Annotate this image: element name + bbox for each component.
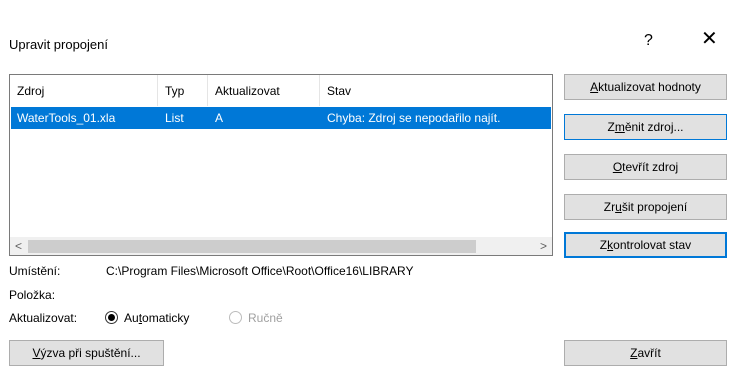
column-header-stav[interactable]: Stav bbox=[320, 75, 553, 106]
manual-radio[interactable] bbox=[229, 311, 242, 324]
label-part: Z bbox=[607, 120, 615, 134]
close-icon[interactable]: ✕ bbox=[701, 29, 718, 49]
label-part: omaticky bbox=[142, 311, 190, 325]
cell-stav: Chyba: Zdroj se nepodařilo najít. bbox=[327, 111, 501, 125]
table-row[interactable]: WaterTools_01.xla List A Chyba: Zdroj se… bbox=[11, 107, 551, 129]
open-source-button[interactable]: Otevřít zdroj bbox=[564, 154, 727, 180]
update-values-button[interactable]: Aktualizovat hodnoty bbox=[564, 74, 727, 100]
update-label: Aktualizovat: bbox=[9, 311, 78, 325]
label-part: ýzva při spuštění... bbox=[40, 346, 141, 360]
horizontal-scrollbar[interactable]: < > bbox=[10, 237, 552, 255]
cell-typ: List bbox=[165, 111, 184, 125]
label-part: ktualizovat hodnoty bbox=[598, 80, 701, 94]
scroll-left-icon[interactable]: < bbox=[10, 238, 27, 255]
automatic-label[interactable]: Automaticky bbox=[124, 311, 189, 325]
change-source-button[interactable]: Změnit zdroj... bbox=[564, 114, 727, 140]
help-button[interactable]: ? bbox=[644, 32, 653, 50]
break-link-button[interactable]: Zrušit propojení bbox=[564, 194, 727, 220]
label-part: tevřít zdroj bbox=[622, 160, 679, 174]
item-label: Položka: bbox=[9, 288, 56, 302]
label-part: Zr bbox=[603, 200, 616, 214]
check-status-button[interactable]: Zkontrolovat stav bbox=[564, 232, 727, 258]
label-part: ontrolovat stav bbox=[613, 238, 692, 252]
accelerator-key: u bbox=[615, 200, 622, 214]
accelerator-key: O bbox=[612, 160, 623, 174]
scroll-thumb[interactable] bbox=[28, 240, 476, 253]
location-label: Umístění: bbox=[9, 264, 61, 278]
label-part: ěnit zdroj... bbox=[624, 120, 684, 134]
cell-aktualizovat: A bbox=[215, 111, 224, 125]
column-header-aktualizovat[interactable]: Aktualizovat bbox=[208, 75, 320, 106]
label-part: Au bbox=[124, 311, 139, 325]
location-value: C:\Program Files\Microsoft Office\Root\O… bbox=[106, 264, 414, 278]
accelerator-key: m bbox=[614, 120, 625, 134]
cell-zdroj: WaterTools_01.xla bbox=[17, 111, 116, 125]
column-header-typ[interactable]: Typ bbox=[158, 75, 208, 106]
accelerator-key: Z bbox=[630, 346, 638, 360]
startup-prompt-button[interactable]: Výzva při spuštění... bbox=[9, 340, 164, 366]
label-part: avřít bbox=[637, 346, 661, 360]
scroll-right-icon[interactable]: > bbox=[535, 238, 552, 255]
automatic-radio[interactable] bbox=[105, 311, 118, 324]
dialog-title: Upravit propojení bbox=[9, 37, 108, 52]
manual-label[interactable]: Ručně bbox=[248, 311, 283, 325]
column-header-zdroj[interactable]: Zdroj bbox=[10, 75, 158, 106]
accelerator-key: A bbox=[590, 80, 599, 94]
radio-selected-dot bbox=[108, 314, 115, 321]
list-header: Zdroj Typ Aktualizovat Stav bbox=[10, 75, 552, 106]
close-button[interactable]: Zavřít bbox=[564, 340, 727, 366]
label-part: šit propojení bbox=[621, 200, 688, 214]
links-list[interactable]: Zdroj Typ Aktualizovat Stav WaterTools_0… bbox=[9, 74, 553, 256]
